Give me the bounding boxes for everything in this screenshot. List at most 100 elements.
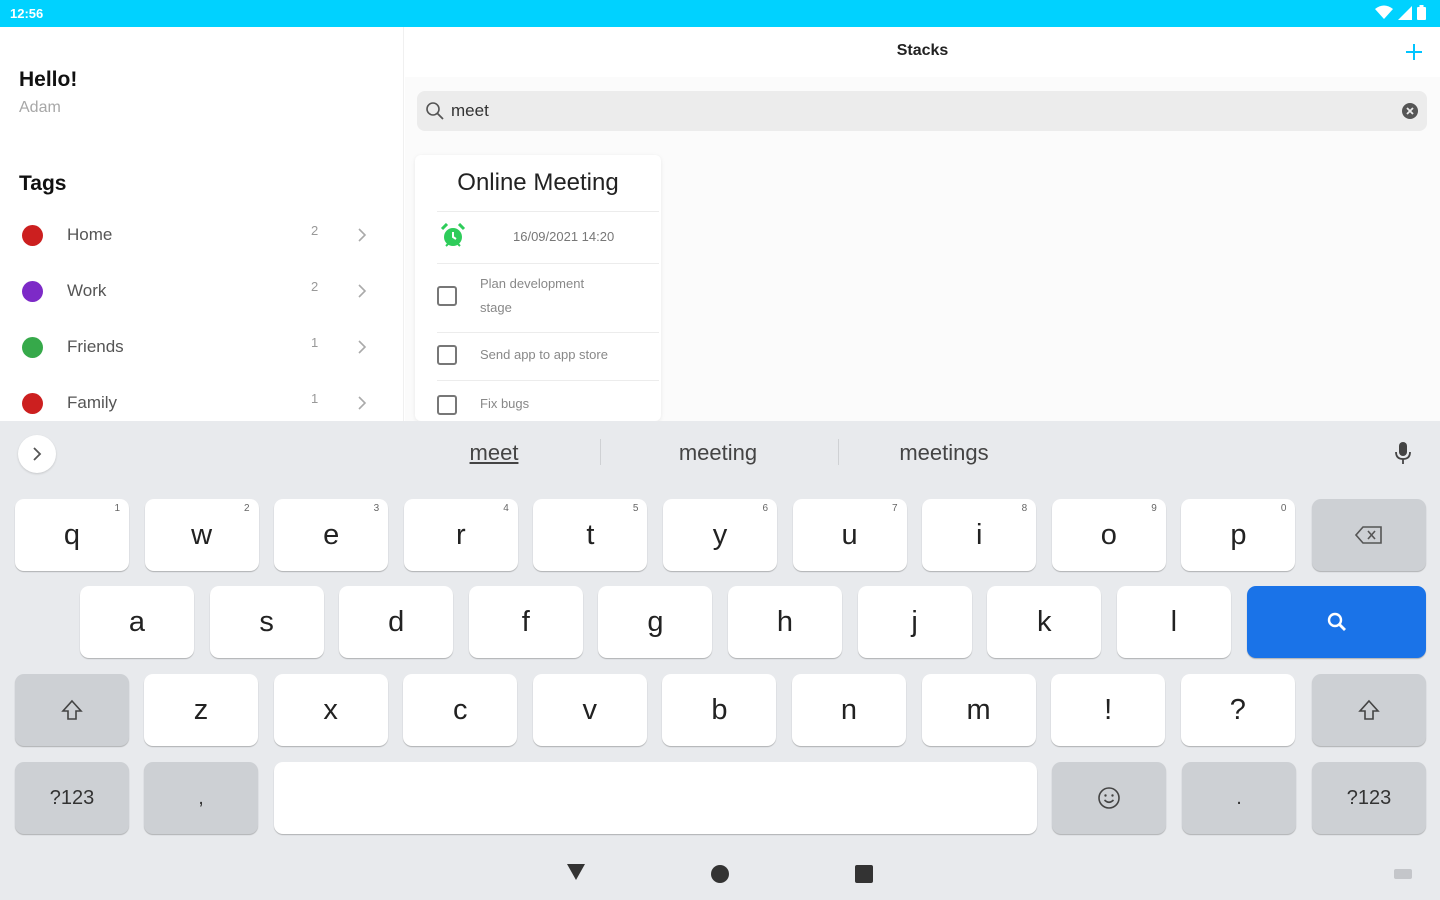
key-v[interactable]: v	[532, 674, 647, 746]
shift-key-left[interactable]	[15, 674, 129, 746]
key-label: f	[521, 605, 530, 638]
key-label: v	[582, 693, 598, 726]
key-q[interactable]: q1	[15, 499, 129, 571]
tag-label: Friends	[67, 337, 124, 356]
key-d[interactable]: d	[339, 586, 454, 658]
note-card[interactable]: Online Meeting 16/09/2021 14:20 Plan dev…	[415, 155, 661, 421]
navigation-bar	[0, 851, 1440, 900]
search-icon	[1327, 612, 1346, 631]
key-n[interactable]: n	[792, 674, 906, 746]
task-checkbox[interactable]	[437, 345, 457, 365]
key-x[interactable]: x	[273, 674, 388, 746]
key-label: g	[647, 605, 664, 638]
key-z[interactable]: z	[144, 674, 258, 746]
backspace-key[interactable]	[1312, 499, 1426, 571]
plus-icon[interactable]	[1402, 40, 1426, 64]
key-label: ?123	[49, 786, 95, 809]
tag-row-friends[interactable]: Friends 1	[0, 327, 404, 367]
key-s[interactable]: s	[209, 586, 324, 658]
soft-keyboard: meet meeting meetings q1w2e3r4t5y6u7i8o9…	[0, 421, 1440, 900]
key-u[interactable]: u7	[792, 499, 907, 571]
search-icon	[426, 102, 444, 120]
key-i[interactable]: i8	[922, 499, 1037, 571]
alarm-clock-icon	[440, 223, 466, 247]
space-key[interactable]	[274, 762, 1037, 834]
keyboard-switch-icon[interactable]	[1394, 869, 1412, 881]
key-f[interactable]: f	[468, 586, 583, 658]
period-key[interactable]: .	[1182, 762, 1296, 834]
emoji-icon	[1098, 787, 1120, 809]
cell-signal-icon	[1398, 5, 1412, 20]
search-bar[interactable]	[417, 91, 1427, 131]
key-e[interactable]: e3	[274, 499, 389, 571]
status-time: 12:56	[10, 6, 44, 21]
key-j[interactable]: j	[857, 586, 972, 658]
key-label: e	[323, 518, 340, 551]
key-label: t	[586, 518, 595, 551]
tag-count: 1	[311, 391, 319, 406]
tag-color-dot	[22, 281, 43, 302]
card-divider	[437, 263, 659, 264]
key-label: k	[1036, 605, 1052, 638]
clear-icon[interactable]	[1401, 102, 1419, 120]
suggestion-1[interactable]: meet	[444, 440, 544, 466]
task-text-line: stage	[480, 300, 512, 315]
key-w[interactable]: w2	[144, 499, 259, 571]
key-p[interactable]: p0	[1181, 499, 1296, 571]
key-m[interactable]: m	[921, 674, 1036, 746]
tag-color-dot	[22, 337, 43, 358]
tag-row-home[interactable]: Home 2	[0, 215, 404, 255]
expand-toolbar-button[interactable]	[18, 435, 56, 473]
status-icons	[1375, 5, 1426, 20]
key-k[interactable]: k	[987, 586, 1102, 658]
tag-row-family[interactable]: Family 1	[0, 383, 404, 423]
key-question[interactable]: ?	[1180, 674, 1295, 746]
tag-color-dot	[22, 225, 43, 246]
key-o[interactable]: o9	[1051, 499, 1166, 571]
key-hint: 3	[373, 503, 380, 514]
page-title: Stacks	[896, 42, 949, 59]
suggestion-2[interactable]: meeting	[658, 440, 778, 466]
key-y[interactable]: y6	[663, 499, 777, 571]
emoji-key[interactable]	[1052, 762, 1166, 834]
task-checkbox[interactable]	[437, 286, 457, 306]
key-a[interactable]: a	[80, 586, 194, 658]
search-key[interactable]	[1247, 586, 1426, 658]
task-checkbox[interactable]	[437, 395, 457, 415]
suggestion-3[interactable]: meetings	[874, 440, 1014, 466]
chevron-right-icon	[358, 396, 367, 410]
key-label: w	[191, 518, 213, 551]
key-r[interactable]: r4	[403, 499, 518, 571]
symbols-key-right[interactable]: ?123	[1312, 762, 1426, 834]
key-hint: 4	[503, 503, 509, 514]
key-label: l	[1170, 605, 1178, 638]
tag-count: 2	[311, 223, 319, 238]
key-t[interactable]: t5	[533, 499, 648, 571]
microphone-icon[interactable]	[1393, 441, 1413, 465]
key-label: q	[63, 518, 81, 551]
shift-icon	[61, 699, 83, 720]
key-label: z	[193, 693, 209, 726]
comma-key[interactable]: ,	[144, 762, 258, 834]
nav-back-icon[interactable]	[566, 863, 586, 881]
nav-recents-icon[interactable]	[855, 865, 873, 883]
key-label: ,	[198, 786, 204, 809]
key-hint: 2	[244, 503, 250, 514]
symbols-key-left[interactable]: ?123	[15, 762, 129, 834]
key-c[interactable]: c	[403, 674, 518, 746]
tag-color-dot	[22, 393, 43, 414]
nav-home-icon[interactable]	[711, 865, 729, 883]
key-label: u	[841, 518, 858, 551]
shift-key-right[interactable]	[1312, 674, 1426, 746]
key-l[interactable]: l	[1116, 586, 1231, 658]
key-h[interactable]: h	[728, 586, 842, 658]
key-label: x	[323, 693, 338, 726]
chevron-right-icon	[358, 340, 367, 354]
key-g[interactable]: g	[598, 586, 713, 658]
key-exclamation[interactable]: !	[1051, 674, 1166, 746]
key-label: y	[712, 518, 728, 551]
tag-row-work[interactable]: Work 2	[0, 271, 404, 311]
key-b[interactable]: b	[662, 674, 777, 746]
search-input[interactable]	[451, 98, 1351, 124]
key-label: m	[966, 693, 991, 726]
